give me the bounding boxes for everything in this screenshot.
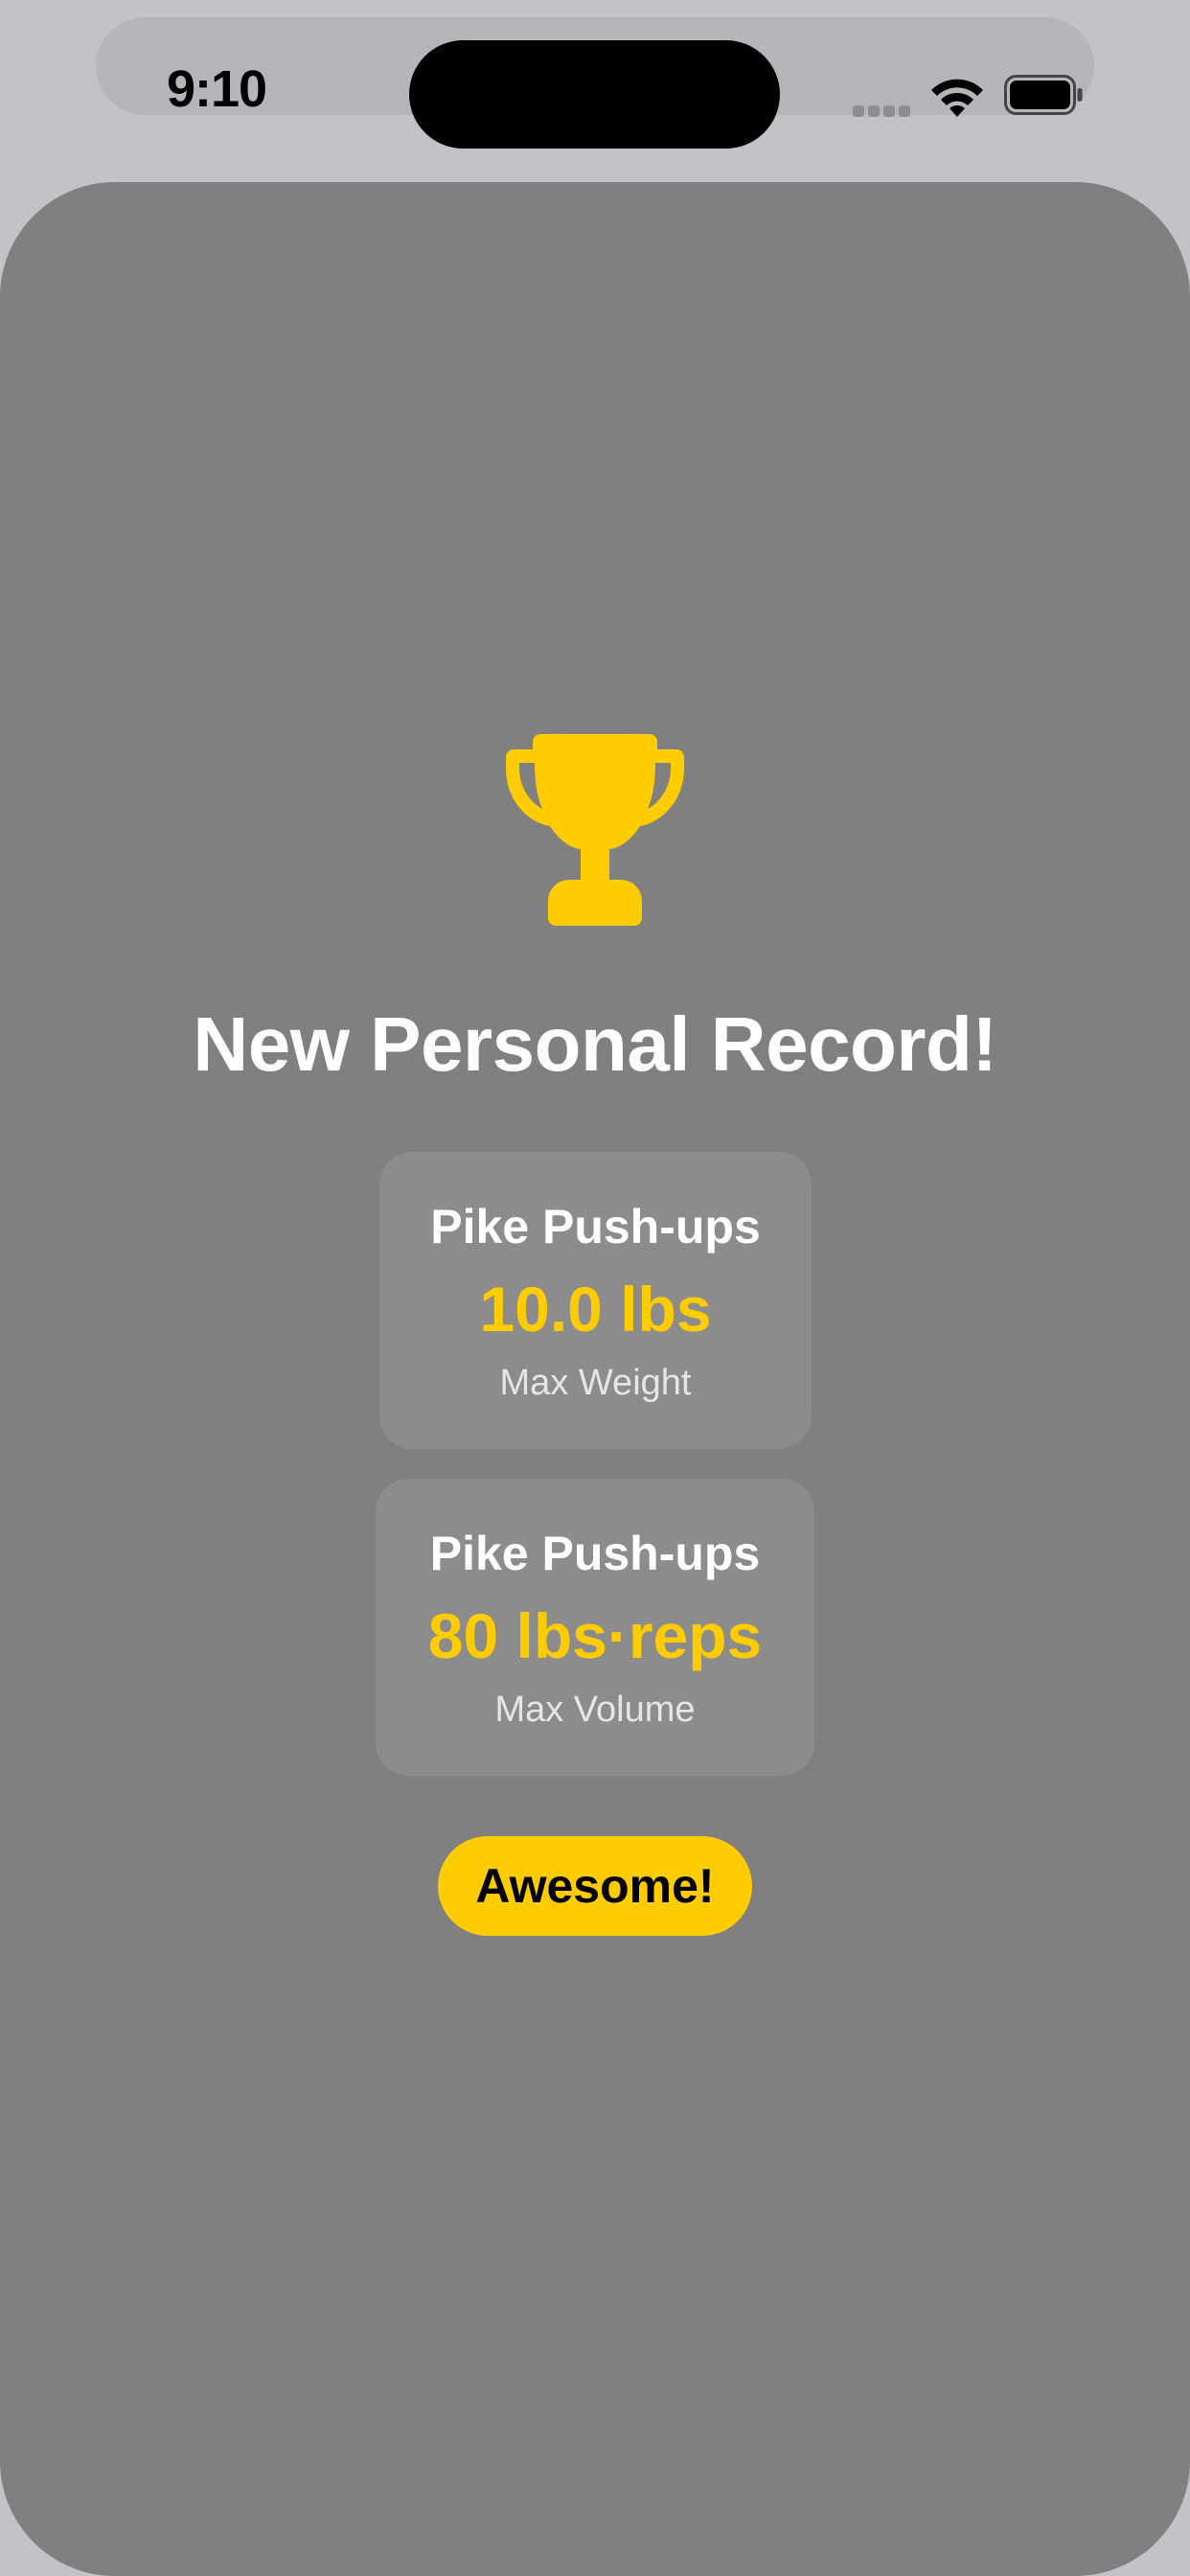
record-type-label: Max Volume bbox=[494, 1690, 696, 1730]
dynamic-island bbox=[409, 40, 780, 149]
record-value: 80 lbs·reps bbox=[427, 1600, 763, 1671]
record-card-max-weight: Pike Push-ups 10.0 lbs Max Weight bbox=[379, 1152, 812, 1449]
wifi-icon bbox=[931, 79, 983, 117]
record-value: 10.0 lbs bbox=[479, 1274, 712, 1345]
trophy-icon bbox=[506, 734, 684, 926]
status-time: 9:10 bbox=[167, 60, 267, 118]
record-exercise-name: Pike Push-ups bbox=[429, 1527, 761, 1580]
cellular-signal-icon bbox=[853, 104, 912, 117]
record-type-label: Max Weight bbox=[499, 1363, 692, 1403]
modal-title: New Personal Record! bbox=[193, 1001, 997, 1087]
battery-icon bbox=[1004, 75, 1083, 115]
record-card-max-volume: Pike Push-ups 80 lbs·reps Max Volume bbox=[376, 1479, 814, 1776]
record-exercise-name: Pike Push-ups bbox=[430, 1200, 761, 1254]
awesome-button[interactable]: Awesome! bbox=[438, 1836, 752, 1936]
